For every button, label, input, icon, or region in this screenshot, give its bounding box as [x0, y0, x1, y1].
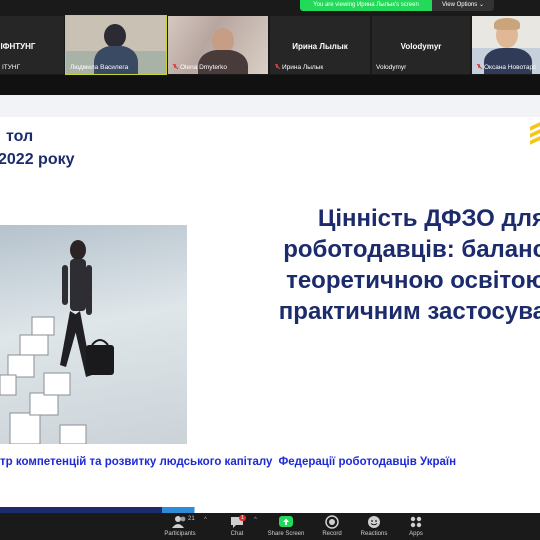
chat-unread-badge: 1 — [239, 515, 246, 521]
participant-center-name: Volodymyr — [400, 42, 442, 51]
apps-label: Apps — [409, 531, 423, 537]
participant-name-label: Ирина Лылык — [282, 64, 324, 71]
headline-line: Цінність ДФЗО для — [317, 205, 540, 232]
participant-name-label: Olena Dmyterko — [180, 64, 227, 71]
participant-name: Людмила Василега — [70, 64, 129, 71]
federation-logo-icon — [530, 121, 540, 150]
participant-strip: О ІФНТУНГ ІТУНГ Людмила Василега Olena D… — [0, 14, 540, 75]
person-hair — [494, 18, 520, 30]
view-options-button[interactable]: View Options ⌄ — [432, 0, 494, 11]
participant-center-name: Ирина Лылык — [292, 42, 348, 51]
headline-line: теоретичною освітою — [286, 267, 540, 294]
apps-icon — [391, 515, 441, 530]
slide-title: тол — [6, 128, 34, 145]
screen-share-banner: You are viewing Ирина Лылык's screen Vie… — [300, 0, 494, 11]
participant-tile[interactable]: Volodymyr Volodymyr — [372, 16, 470, 74]
slide-date: 2022 року — [0, 151, 75, 168]
staircase-businesswoman-image — [0, 225, 187, 444]
participants-button[interactable]: Participants — [155, 515, 205, 538]
chat-label: Chat — [230, 531, 244, 537]
participant-name: ІТУНГ — [2, 64, 21, 71]
stairs-illustration — [0, 240, 114, 444]
participant-name-label: Оксана Новотарс — [484, 64, 537, 71]
footer-federation-name: Федерації роботодавців Україн — [278, 456, 457, 468]
chevron-up-icon[interactable]: ^ — [254, 517, 257, 523]
participant-name: Olena Dmyterko — [172, 64, 227, 71]
mic-muted-icon — [476, 64, 482, 70]
shared-screen: тол 2022 року Цінність ДФЗО для роботода… — [0, 95, 540, 513]
headline-line: практичним застосува — [278, 298, 540, 325]
slide-header-band — [0, 95, 540, 117]
participant-tile[interactable]: О ІФНТУНГ ІТУНГ — [0, 16, 64, 74]
slide-headline: Цінність ДФЗО для роботодавців: баланс т… — [186, 203, 540, 327]
footer-center-name: тр компетенцій та розвитку людського кап… — [0, 456, 273, 468]
participant-tile[interactable]: Ирина Лылык Ирина Лылык — [270, 16, 370, 74]
participant-center-name: О ІФНТУНГ — [0, 42, 36, 51]
viewing-screen-text: You are viewing Ирина Лылык's screen — [300, 0, 432, 11]
person-head — [104, 24, 126, 48]
chevron-up-icon[interactable]: ^ — [204, 517, 207, 523]
participants-label: Participants — [164, 531, 196, 537]
meeting-toolbar: Participants 21 ^ 1 Chat ^ Share Screen … — [0, 513, 540, 540]
view-options-label: View Options — [442, 2, 478, 8]
divider-band — [0, 75, 540, 95]
participants-count: 21 — [188, 516, 195, 522]
chevron-down-icon: ⌄ — [478, 2, 484, 8]
share-screen-icon — [261, 515, 311, 530]
participant-tile[interactable]: Olena Dmyterko — [168, 16, 268, 74]
participant-tile-active[interactable]: Людмила Василега — [65, 15, 167, 75]
share-screen-label: Share Screen — [267, 531, 305, 537]
mic-muted-icon — [172, 64, 178, 70]
participant-name: Volodymyr — [376, 64, 407, 71]
participants-icon — [155, 515, 205, 530]
headline-line: роботодавців: баланс — [283, 236, 540, 263]
participant-name: Ирина Лылык — [274, 64, 323, 71]
slide-footer: тр компетенцій та розвитку людського кап… — [0, 456, 456, 468]
participant-name: Оксана Новотарс — [476, 64, 536, 71]
mic-muted-icon — [274, 64, 280, 70]
share-screen-button[interactable]: Share Screen — [261, 515, 311, 538]
apps-button[interactable]: Apps — [391, 515, 441, 538]
participant-tile[interactable]: Оксана Новотарс — [472, 16, 540, 74]
